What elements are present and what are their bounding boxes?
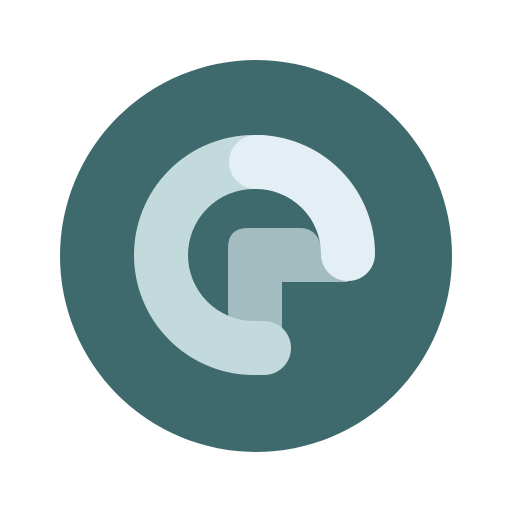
app-icon-canvas: [0, 0, 512, 512]
app-logo-icon: [60, 60, 452, 452]
